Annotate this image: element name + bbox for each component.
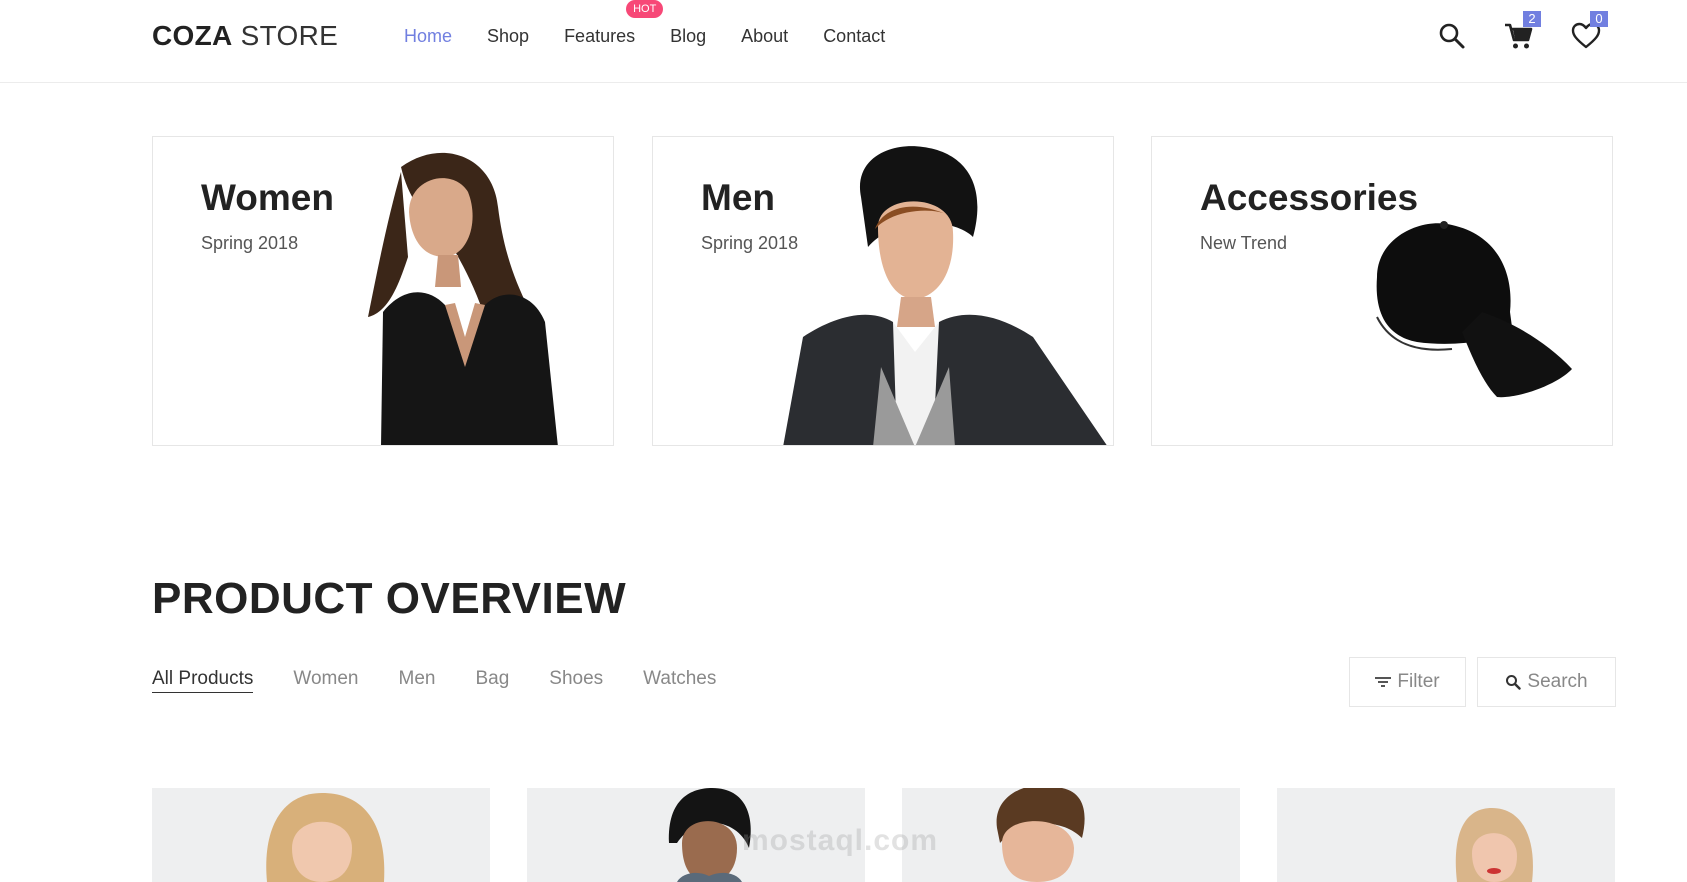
banner-men-subtitle: Spring 2018 [701, 233, 799, 253]
nav-features-label: Features [564, 25, 636, 46]
logo-rest: STORE [232, 20, 339, 51]
banner-women-subtitle: Spring 2018 [201, 233, 299, 253]
nav-features[interactable]: Features HOT [564, 0, 664, 47]
product-image [668, 788, 751, 882]
product-card[interactable] [902, 788, 1240, 882]
cart-icon[interactable]: 2 [1503, 11, 1541, 52]
search-small-icon [1506, 675, 1522, 690]
nav-contact[interactable]: Contact [823, 26, 885, 47]
product-image [1455, 808, 1533, 882]
tab-shoes[interactable]: Shoes [549, 668, 603, 693]
product-image [996, 788, 1085, 882]
tab-women[interactable]: Women [293, 668, 358, 693]
banner-accessories-title: Accessories [1200, 177, 1419, 218]
banner-men[interactable]: Men Spring 2018 [652, 136, 1114, 446]
tab-bag[interactable]: Bag [475, 668, 509, 693]
filter-icon [1375, 677, 1392, 687]
search-toggle-button[interactable]: Search [1477, 657, 1616, 707]
search-button-label: Search [1527, 671, 1588, 692]
wishlist-count-badge: 0 [1590, 11, 1608, 27]
site-logo[interactable]: COZA STORE [152, 20, 338, 52]
product-image [266, 793, 385, 882]
filter-button[interactable]: Filter [1349, 657, 1466, 707]
tab-men[interactable]: Men [399, 668, 436, 693]
nav-about[interactable]: About [741, 26, 788, 47]
main-nav: Home Shop Features HOT Blog About Contac… [404, 0, 920, 72]
logo-bold: COZA [152, 20, 233, 51]
nav-shop[interactable]: Shop [487, 26, 529, 47]
product-overview-title: PRODUCT OVERVIEW [152, 574, 627, 623]
hot-badge: HOT [626, 0, 664, 18]
banner-women-title: Women [201, 177, 334, 218]
banner-men-title: Men [701, 177, 775, 218]
banner-women[interactable]: Women Spring 2018 [152, 136, 614, 446]
nav-blog[interactable]: Blog [670, 26, 706, 47]
filter-button-label: Filter [1397, 671, 1440, 692]
banner-accessories-subtitle: New Trend [1200, 233, 1288, 253]
site-header: COZA STORE Home Shop Features HOT Blog A… [0, 0, 1687, 83]
tab-watches[interactable]: Watches [643, 668, 716, 693]
product-card[interactable] [527, 788, 865, 882]
category-filter-tabs: All Products Women Men Bag Shoes Watches [152, 668, 756, 693]
nav-home[interactable]: Home [404, 26, 452, 47]
product-card[interactable] [152, 788, 490, 882]
cart-count-badge: 2 [1523, 11, 1541, 27]
heart-icon[interactable]: 0 [1570, 11, 1608, 52]
product-card[interactable] [1277, 788, 1615, 882]
tab-all-products[interactable]: All Products [152, 668, 254, 693]
banner-accessories[interactable]: Accessories New Trend [1151, 136, 1613, 446]
search-icon[interactable] [1436, 20, 1468, 52]
